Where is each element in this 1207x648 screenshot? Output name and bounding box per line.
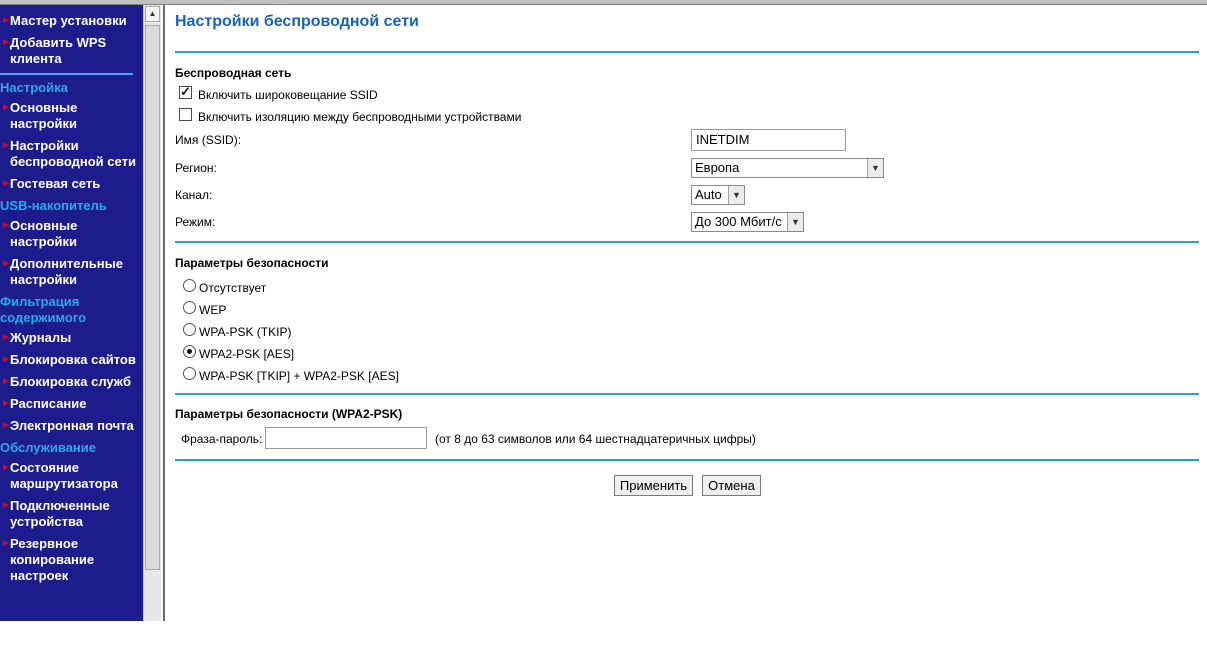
bullet-icon: ►	[1, 376, 11, 387]
region-select-value: Европа	[695, 160, 740, 175]
bullet-icon: ►	[1, 420, 11, 431]
bottom-blank	[0, 621, 165, 648]
security-radio-wpa2-psk[interactable]	[183, 345, 196, 358]
ssid-input[interactable]: INETDIM	[691, 129, 846, 151]
security-radio-none[interactable]	[183, 279, 196, 292]
bullet-icon: ►	[1, 140, 11, 151]
security-option-wpa-psk-label: WPA-PSK (TKIP)	[199, 325, 292, 339]
passphrase-label: Фраза-пароль:	[181, 432, 263, 446]
main-content: Настройки беспроводной сети Беспроводная…	[165, 5, 1207, 648]
sidebar-item-wireless-settings[interactable]: ► Настройки беспроводной сети	[0, 138, 143, 170]
bullet-icon: ►	[1, 15, 11, 26]
bullet-icon: ►	[1, 102, 11, 113]
isolation-label: Включить изоляцию между беспроводными ус…	[198, 110, 522, 124]
security-option-none-label: Отсутствует	[199, 281, 267, 295]
bullet-icon: ►	[1, 220, 11, 231]
sidebar-item-logs[interactable]: ► Журналы	[0, 330, 143, 346]
bullet-icon: ►	[1, 398, 11, 409]
section-rule	[175, 51, 1199, 53]
sidebar-item-basic-settings[interactable]: ► Основные настройки	[0, 100, 143, 132]
passphrase-hint: (от 8 до 63 символов или 64 шестнадцатер…	[435, 432, 756, 446]
sidebar-item-guest-network[interactable]: ► Гостевая сеть	[0, 176, 143, 192]
security-radio-wpa-wpa2-mixed[interactable]	[183, 367, 196, 380]
chevron-down-icon[interactable]: ▼	[787, 213, 803, 231]
sidebar-item-router-status[interactable]: ► Состояние маршрутизатора	[0, 460, 143, 492]
chevron-down-icon[interactable]: ▼	[728, 186, 744, 204]
wpa2-section-heading: Параметры безопасности (WPA2-PSK)	[175, 407, 403, 421]
mode-select-value: До 300 Мбит/с	[695, 214, 782, 229]
security-option-mixed-label: WPA-PSK [TKIP] + WPA2-PSK [AES]	[199, 369, 399, 383]
mode-label: Режим:	[175, 215, 216, 229]
security-radio-wpa-psk[interactable]	[183, 323, 196, 336]
section-rule	[175, 459, 1199, 461]
sidebar-scrollbar[interactable]: ▲	[143, 5, 161, 621]
bullet-icon: ►	[1, 37, 11, 48]
security-radio-wep[interactable]	[183, 301, 196, 314]
security-option-wep-label: WEP	[199, 303, 227, 317]
ssid-broadcast-checkbox[interactable]	[179, 84, 192, 100]
section-rule	[175, 393, 1199, 395]
section-rule	[175, 241, 1199, 243]
bullet-icon: ►	[1, 332, 11, 343]
sidebar-item-attached-devices[interactable]: ► Подключенные устройства	[0, 498, 143, 530]
security-option-wpa2-psk-label: WPA2-PSK [AES]	[199, 347, 295, 361]
sidebar-nav: ► Мастер установки ► Добавить WPS клиента …	[0, 5, 143, 621]
ssid-label: Имя (SSID):	[175, 133, 242, 147]
bullet-icon: ►	[1, 354, 11, 365]
ssid-broadcast-label: Включить широковещание SSID	[198, 88, 378, 102]
channel-label: Канал:	[175, 188, 213, 202]
scroll-up-arrow-icon[interactable]: ▲	[145, 6, 160, 22]
sidebar-separator	[0, 73, 133, 75]
bullet-icon: ►	[1, 178, 11, 189]
sidebar-heading-content-filtering: Фильтрация содержимого	[0, 294, 87, 325]
sidebar-item-usb-advanced[interactable]: ► Дополнительные настройки	[0, 256, 143, 288]
bullet-icon: ►	[1, 462, 11, 473]
bullet-icon: ►	[1, 500, 11, 511]
bullet-icon: ►	[1, 258, 11, 269]
sidebar-item-block-sites[interactable]: ► Блокировка сайтов	[0, 352, 143, 368]
channel-select-value: Auto	[695, 187, 722, 202]
passphrase-input[interactable]	[265, 427, 427, 449]
channel-select[interactable]: Auto ▼	[691, 185, 745, 205]
chevron-down-icon[interactable]: ▼	[867, 159, 883, 177]
sidebar-item-add-wps-client[interactable]: ► Добавить WPS клиента	[0, 35, 143, 67]
mode-select[interactable]: До 300 Мбит/с ▼	[691, 212, 804, 232]
bullet-icon: ►	[1, 538, 11, 549]
page-title: Настройки беспроводной сети	[175, 13, 419, 30]
apply-button[interactable]: Применить	[614, 475, 693, 496]
sidebar-item-block-services[interactable]: ► Блокировка служб	[0, 374, 143, 390]
sidebar-item-email[interactable]: ► Электронная почта	[0, 418, 143, 434]
sidebar-item-setup-wizard[interactable]: ► Мастер установки	[0, 13, 143, 29]
security-section-heading: Параметры безопасности	[175, 256, 329, 270]
wireless-section-heading: Беспроводная сеть	[175, 66, 292, 80]
region-label: Регион:	[175, 161, 217, 175]
sidebar-item-usb-basic[interactable]: ► Основные настройки	[0, 218, 143, 250]
isolation-checkbox[interactable]	[179, 108, 192, 121]
sidebar-heading-usb: USB-накопитель	[0, 198, 107, 213]
sidebar-item-backup-settings[interactable]: ► Резервное копирование настроек	[0, 536, 143, 584]
sidebar-heading-setup: Настройка	[0, 80, 68, 95]
cancel-button[interactable]: Отмена	[702, 475, 761, 496]
scrollbar-thumb[interactable]	[145, 25, 160, 570]
sidebar-item-schedule[interactable]: ► Расписание	[0, 396, 143, 412]
sidebar-heading-maintenance: Обслуживание	[0, 440, 97, 455]
region-select[interactable]: Европа ▼	[691, 158, 884, 178]
